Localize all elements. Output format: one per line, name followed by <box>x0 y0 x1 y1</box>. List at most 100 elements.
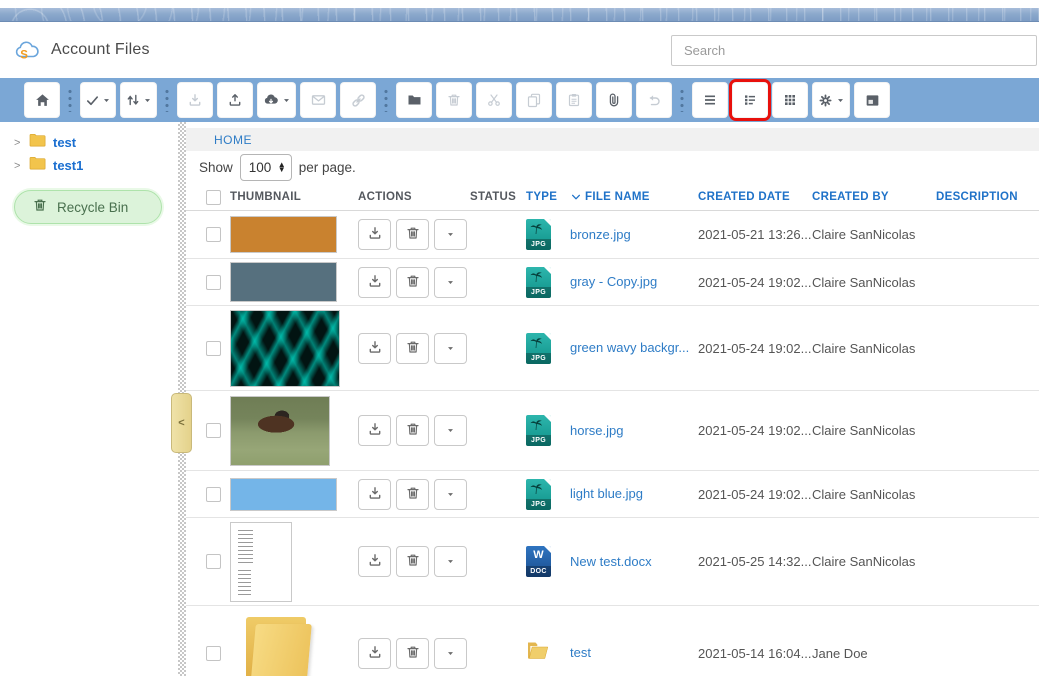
row-checkbox[interactable] <box>206 341 221 356</box>
delete-button[interactable] <box>436 82 472 118</box>
detail-view-icon <box>742 92 758 108</box>
file-thumbnail[interactable] <box>230 216 337 253</box>
caret-down-icon <box>446 487 455 502</box>
trash-icon <box>405 421 421 440</box>
page-size-stepper[interactable]: ▲ ▼ <box>240 154 292 181</box>
row-more-button[interactable] <box>434 219 467 250</box>
row-download-button[interactable] <box>358 219 391 250</box>
row-delete-button[interactable] <box>396 638 429 669</box>
row-checkbox[interactable] <box>206 423 221 438</box>
trash-icon <box>405 644 421 663</box>
caret-down-icon <box>446 275 455 290</box>
undo-button[interactable] <box>636 82 672 118</box>
row-checkbox[interactable] <box>206 487 221 502</box>
grid-view-button[interactable] <box>772 82 808 118</box>
recycle-bin-button[interactable]: Recycle Bin <box>14 190 162 224</box>
file-thumbnail[interactable] <box>230 262 337 302</box>
row-more-button[interactable] <box>434 415 467 446</box>
file-thumbnail[interactable] <box>230 310 340 387</box>
show-label: Show <box>199 160 233 175</box>
type-cell <box>526 640 570 666</box>
column-header-type[interactable]: TYPE <box>526 191 570 203</box>
file-thumbnail[interactable] <box>230 616 325 676</box>
row-more-button[interactable] <box>434 479 467 510</box>
column-header-description[interactable]: DESCRIPTION <box>936 191 1039 203</box>
row-download-button[interactable] <box>358 546 391 577</box>
home-button[interactable] <box>24 82 60 118</box>
table-row: JPGlight blue.jpg2021-05-24 19:02...Clai… <box>186 471 1039 518</box>
row-checkbox[interactable] <box>206 275 221 290</box>
sidebar-folder-test[interactable]: >test <box>0 131 178 154</box>
row-download-button[interactable] <box>358 333 391 364</box>
trash-icon <box>405 339 421 358</box>
envelope-icon <box>310 92 327 108</box>
column-header-created-date[interactable]: CREATED DATE <box>698 191 812 203</box>
page-size-down-icon[interactable]: ▼ <box>278 168 286 172</box>
expand-chevron-icon[interactable]: > <box>14 160 22 172</box>
download-button[interactable] <box>177 82 213 118</box>
cloud-download-button[interactable] <box>257 82 296 118</box>
row-checkbox[interactable] <box>206 227 221 242</box>
column-header-actions: ACTIONS <box>358 191 470 203</box>
select-button[interactable] <box>80 82 116 118</box>
preview-button[interactable] <box>854 82 890 118</box>
column-header-created-by[interactable]: CREATED BY <box>812 191 936 203</box>
sidebar-folder-test1[interactable]: >test1 <box>0 154 178 177</box>
paste-button[interactable] <box>556 82 592 118</box>
file-name-link[interactable]: test <box>570 645 591 660</box>
detail-view-button[interactable] <box>732 82 768 118</box>
created-date-cell: 2021-05-24 19:02... <box>698 487 812 502</box>
row-more-button[interactable] <box>434 267 467 298</box>
page-size-input[interactable] <box>243 160 273 175</box>
download-icon <box>367 552 383 571</box>
gear-icon <box>817 92 834 109</box>
row-download-button[interactable] <box>358 638 391 669</box>
file-name-link[interactable]: horse.jpg <box>570 423 623 438</box>
row-more-button[interactable] <box>434 638 467 669</box>
new-folder-button[interactable] <box>396 82 432 118</box>
file-name-link[interactable]: New test.docx <box>570 554 652 569</box>
created-by-cell: Claire SanNicolas <box>812 554 936 569</box>
copy-button[interactable] <box>516 82 552 118</box>
file-name-link[interactable]: light blue.jpg <box>570 486 643 501</box>
file-thumbnail[interactable] <box>230 522 292 602</box>
settings-button[interactable] <box>812 82 850 118</box>
row-delete-button[interactable] <box>396 219 429 250</box>
sort-button[interactable] <box>120 82 157 118</box>
folder-icon <box>29 156 46 175</box>
attach-button[interactable] <box>596 82 632 118</box>
file-thumbnail[interactable] <box>230 396 330 466</box>
file-name-link[interactable]: green wavy backgr... <box>570 340 689 355</box>
column-header-file-name[interactable]: FILE NAME <box>570 191 698 203</box>
list-view-button[interactable] <box>692 82 728 118</box>
file-name-link[interactable]: gray - Copy.jpg <box>570 274 657 289</box>
row-checkbox[interactable] <box>206 554 221 569</box>
jpg-file-icon: JPG <box>526 333 551 364</box>
page-header: S Account Files <box>0 22 1039 78</box>
sidebar-collapse-handle[interactable]: < <box>171 393 192 453</box>
breadcrumb-home-link[interactable]: HOME <box>214 133 252 147</box>
file-thumbnail[interactable] <box>230 478 337 511</box>
cut-button[interactable] <box>476 82 512 118</box>
search-input[interactable] <box>671 35 1037 66</box>
upload-button[interactable] <box>217 82 253 118</box>
row-checkbox[interactable] <box>206 646 221 661</box>
row-more-button[interactable] <box>434 333 467 364</box>
select-all-checkbox[interactable] <box>206 190 221 205</box>
row-download-button[interactable] <box>358 415 391 446</box>
link-button[interactable] <box>340 82 376 118</box>
row-delete-button[interactable] <box>396 333 429 364</box>
row-delete-button[interactable] <box>396 415 429 446</box>
row-download-button[interactable] <box>358 267 391 298</box>
row-download-button[interactable] <box>358 479 391 510</box>
row-more-button[interactable] <box>434 546 467 577</box>
row-delete-button[interactable] <box>396 479 429 510</box>
row-delete-button[interactable] <box>396 267 429 298</box>
expand-chevron-icon[interactable]: > <box>14 137 22 149</box>
column-header-status: STATUS <box>470 191 526 203</box>
email-button[interactable] <box>300 82 336 118</box>
caret-down-icon <box>446 423 455 438</box>
toolbar-separator <box>165 88 169 112</box>
row-delete-button[interactable] <box>396 546 429 577</box>
file-name-link[interactable]: bronze.jpg <box>570 227 631 242</box>
